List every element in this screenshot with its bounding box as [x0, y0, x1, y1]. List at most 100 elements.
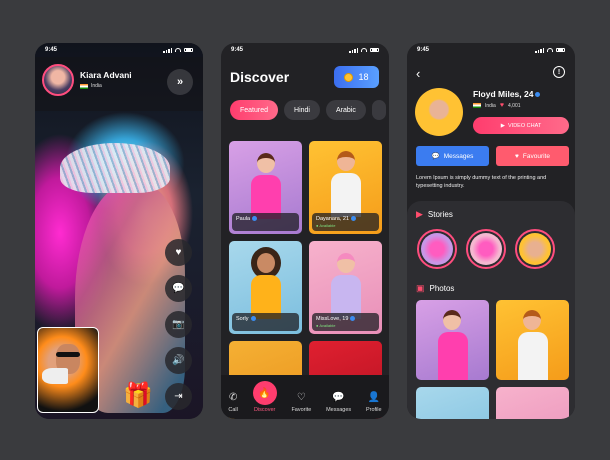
card-photo	[250, 153, 281, 219]
info-button[interactable]: !	[553, 66, 565, 78]
chat-icon: 💬	[332, 392, 345, 403]
battery-icon	[184, 47, 193, 53]
chat-icon: 💬	[172, 283, 185, 294]
caller-avatar[interactable]	[42, 64, 74, 96]
profile-location: India	[485, 102, 496, 109]
profile-card[interactable]: Paula	[229, 141, 302, 234]
verified-icon	[351, 216, 357, 222]
filter-chip-more[interactable]	[371, 100, 386, 120]
profile-card[interactable]: Sorly	[229, 241, 302, 334]
status-time: 9:45	[417, 47, 430, 53]
card-photo	[250, 253, 281, 319]
volume-icon: 🔊	[172, 355, 185, 366]
card-status: ● Available	[316, 223, 336, 228]
heart-icon: ♥	[499, 102, 504, 109]
back-button[interactable]: ‹	[416, 66, 420, 81]
card-name: Dayanara, 21	[316, 216, 350, 222]
chat-button[interactable]: 💬	[165, 275, 192, 302]
video-icon: ▶	[416, 209, 423, 219]
status-bar: 9:45	[221, 43, 389, 57]
india-flag-icon	[473, 103, 481, 108]
megaphone-icon	[42, 368, 68, 384]
story-item[interactable]	[515, 229, 555, 269]
gift-icon[interactable]: 🎁	[123, 381, 153, 410]
nav-call[interactable]: ✆ Call	[228, 392, 237, 413]
heart-icon: ♥	[175, 247, 182, 258]
messages-button[interactable]: 💬 Messages	[416, 146, 489, 166]
signal-icon	[535, 47, 544, 53]
photo-item[interactable]	[496, 387, 569, 419]
card-caption: Sorly	[232, 313, 299, 331]
profile-meta: India ♥ 4,001	[473, 102, 521, 109]
phone-icon: ✆	[228, 392, 238, 403]
card-status: ● Available	[316, 323, 336, 328]
favourite-button[interactable]: ♥ Favourite	[496, 146, 569, 166]
status-icons	[535, 47, 565, 53]
india-flag-icon	[80, 83, 88, 89]
card-status-text: Available	[319, 223, 336, 228]
filter-chip-arabic[interactable]: Arabic	[325, 100, 366, 120]
nav-discover[interactable]: 🔥 Discover	[252, 381, 277, 413]
user-icon: 👤	[367, 392, 380, 403]
battery-icon	[556, 47, 565, 53]
card-photo	[330, 253, 361, 319]
video-chat-button[interactable]: ▶ VIDEO CHAT	[473, 117, 569, 134]
filter-chip-featured[interactable]: Featured	[230, 100, 279, 120]
nav-call-label: Call	[228, 407, 238, 413]
verified-icon	[535, 92, 541, 98]
profile-card[interactable]: MissLove, 19 ● Available	[309, 241, 382, 334]
verified-icon	[252, 216, 258, 222]
chat-icon: 💬	[431, 153, 440, 160]
card-caption: Dayanara, 21 ● Available	[312, 213, 379, 231]
heart-icon: ♡	[296, 392, 306, 403]
image-icon: ▣	[416, 283, 425, 293]
chevron-left-icon: ‹	[416, 66, 421, 81]
coins-button[interactable]: 18	[334, 66, 379, 88]
favourite-label: Favourite	[522, 152, 550, 160]
heart-icon: ♥	[515, 152, 519, 160]
photos-grid	[416, 300, 569, 419]
nav-favorite[interactable]: ♡ Favorite	[291, 392, 311, 413]
nav-messages[interactable]: 💬 Messages	[326, 392, 351, 413]
card-photo	[330, 151, 361, 217]
like-button[interactable]: ♥	[165, 239, 192, 266]
volume-button[interactable]: 🔊	[165, 347, 192, 374]
switch-camera-button[interactable]: 📷	[165, 311, 192, 338]
filter-chip-hindi[interactable]: Hindi	[284, 100, 320, 120]
exit-icon: ⇥	[174, 391, 183, 402]
story-item[interactable]	[466, 229, 506, 269]
camera-switch-icon: 📷	[172, 319, 185, 330]
end-call-button[interactable]: ⇥	[165, 383, 192, 410]
nav-profile[interactable]: 👤 Profile	[366, 392, 382, 413]
story-item[interactable]	[417, 229, 457, 269]
profile-name-text: Floyd Miles, 24	[473, 89, 534, 99]
profile-likes: 4,001	[508, 102, 521, 109]
photo-item[interactable]	[416, 300, 489, 380]
profile-bio: Lorem Ipsum is simply dummy text of the …	[416, 175, 547, 189]
stories-row	[417, 229, 555, 269]
signal-icon	[349, 47, 358, 53]
info-icon: !	[557, 68, 561, 76]
filter-chips: Featured Hindi Arabic	[230, 100, 386, 120]
photo-item[interactable]	[496, 300, 569, 380]
discover-screen: 9:45 Discover 18 Featured Hindi Arabic P…	[221, 43, 389, 419]
profile-avatar	[415, 88, 463, 136]
profile-name: Floyd Miles, 24	[473, 89, 541, 99]
photo-item[interactable]	[416, 387, 489, 419]
double-chevron-right-icon: »	[176, 76, 184, 88]
profile-card[interactable]: Dayanara, 21 ● Available	[309, 141, 382, 234]
call-actions: ♥ 💬 📷 🔊 ⇥	[165, 239, 192, 410]
status-time: 9:45	[45, 47, 58, 53]
messages-label: Messages	[443, 152, 474, 160]
verified-icon	[350, 316, 356, 322]
verified-icon	[250, 316, 256, 322]
signal-icon	[163, 47, 172, 53]
coin-count: 18	[358, 72, 369, 82]
nav-favorite-label: Favorite	[291, 407, 312, 413]
self-video-preview[interactable]	[37, 327, 99, 413]
card-caption: MissLove, 19 ● Available	[312, 313, 379, 331]
status-icons	[349, 47, 379, 53]
nav-discover-label: Discover	[253, 407, 276, 413]
next-caller-button[interactable]: »	[167, 69, 193, 95]
card-name: Sorly	[236, 316, 249, 322]
